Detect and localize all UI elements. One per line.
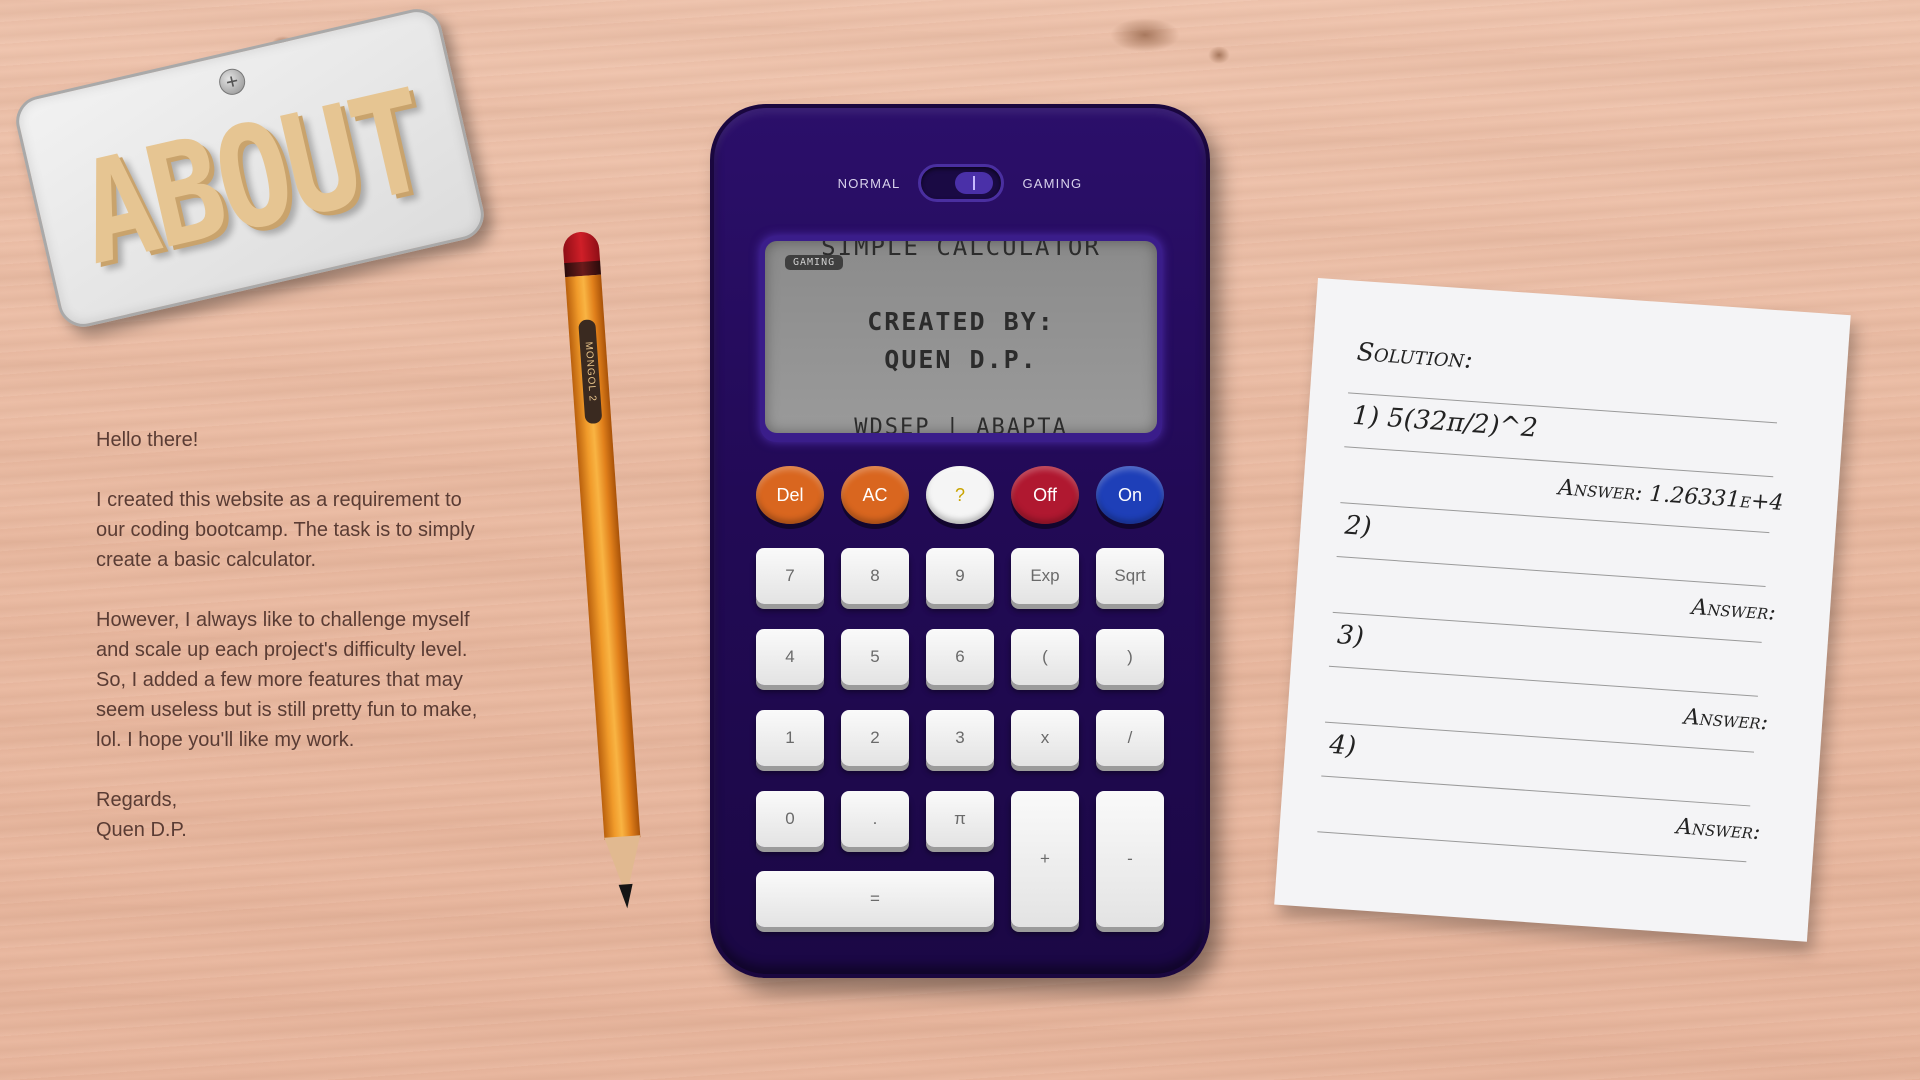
wood-knot (1208, 46, 1230, 64)
note-rule (1344, 446, 1774, 478)
key-9[interactable]: 9 (926, 548, 994, 604)
key-pi[interactable]: π (926, 791, 994, 847)
key-minus[interactable]: - (1096, 791, 1164, 927)
mode-toggle[interactable] (918, 164, 1005, 202)
note-rule (1336, 555, 1766, 587)
help-button[interactable]: ? (926, 466, 994, 524)
question-number: 4) (1328, 729, 1358, 762)
key-close-paren[interactable]: ) (1096, 629, 1164, 685)
answer-label: Answer: (1557, 475, 1644, 507)
key-divide[interactable]: / (1096, 710, 1164, 766)
key-3[interactable]: 3 (926, 710, 994, 766)
question-number: 1) (1351, 400, 1381, 433)
key-8[interactable]: 8 (841, 548, 909, 604)
wood-knot (1110, 18, 1180, 52)
about-letter: Hello there! I created this website as a… (96, 425, 486, 845)
key-plus[interactable]: + (1011, 791, 1079, 927)
question-expression: 5(32π/2)^2 (1386, 403, 1539, 444)
display-line-3: QUEN D.P. (884, 345, 1038, 374)
answer-value: 1.26331e+4 (1648, 481, 1785, 516)
calculator-display: SIMPLE CALCULATOR GAMING CREATED BY: QUE… (765, 241, 1157, 433)
key-open-paren[interactable]: ( (1011, 629, 1079, 685)
about-sign-title: ABOUT (64, 59, 440, 297)
solution-note: Solution: 1) 5(32π/2)^2 Answer: 1.26331e… (1274, 278, 1851, 942)
key-7[interactable]: 7 (756, 548, 824, 604)
key-1[interactable]: 1 (756, 710, 824, 766)
note-answer-1: Answer: 1.26331e+4 (1557, 475, 1784, 516)
answer-label: Answer: (1675, 814, 1762, 846)
question-number: 2) (1343, 510, 1373, 543)
mode-switch-row: NORMAL GAMING (714, 164, 1206, 202)
calculator: NORMAL GAMING SIMPLE CALCULATOR GAMING C… (710, 104, 1210, 978)
letter-signature: Quen D.P. (96, 819, 187, 841)
key-multiply[interactable]: x (1011, 710, 1079, 766)
key-decimal[interactable]: . (841, 791, 909, 847)
screw-icon: + (216, 66, 248, 98)
key-6[interactable]: 6 (926, 629, 994, 685)
note-rule (1321, 775, 1751, 807)
mode-label-gaming: GAMING (1022, 175, 1083, 191)
note-answer-2: Answer: (1691, 595, 1777, 626)
letter-paragraph: I created this website as a requirement … (96, 489, 475, 571)
on-button[interactable]: On (1096, 466, 1164, 524)
letter-paragraph: However, I always like to challenge myse… (96, 609, 478, 751)
mode-badge: GAMING (785, 255, 844, 270)
note-answer-4: Answer: (1675, 814, 1761, 845)
note-answer-3: Answer: (1683, 705, 1769, 736)
pencil-lead (618, 883, 635, 909)
key-sqrt[interactable]: Sqrt (1096, 548, 1164, 604)
answer-label: Answer: (1690, 594, 1777, 626)
key-equals[interactable]: = (756, 871, 994, 927)
letter-closing: Regards, (96, 789, 178, 811)
question-number: 3) (1336, 620, 1365, 653)
note-question-4: 4) (1328, 730, 1357, 762)
key-exp[interactable]: Exp (1011, 548, 1079, 604)
note-question-3: 3) (1336, 620, 1365, 652)
del-button[interactable]: Del (756, 466, 824, 524)
about-sign: + ABOUT (11, 3, 489, 333)
letter-greeting: Hello there! (96, 429, 199, 451)
ac-button[interactable]: AC (841, 466, 909, 524)
note-rule (1328, 665, 1758, 697)
display-line-4: WDSEP | ABAPTA (854, 415, 1068, 433)
key-2[interactable]: 2 (841, 710, 909, 766)
note-title: Solution: (1355, 336, 1474, 374)
mode-label-normal: NORMAL (837, 175, 901, 191)
screen-frame: SIMPLE CALCULATOR GAMING CREATED BY: QUE… (760, 236, 1162, 442)
answer-label: Answer: (1683, 704, 1769, 736)
pencil-body (565, 274, 641, 840)
note-question-2: 2) (1344, 511, 1373, 543)
pencil-decoration: MONGOL 2 (560, 230, 648, 922)
note-question-1: 1) 5(32π/2)^2 (1351, 401, 1538, 444)
off-button[interactable]: Off (1011, 466, 1079, 524)
display-line-2: CREATED BY: (867, 307, 1055, 336)
key-0[interactable]: 0 (756, 791, 824, 847)
key-5[interactable]: 5 (841, 629, 909, 685)
mode-toggle-knob[interactable] (955, 172, 994, 194)
key-4[interactable]: 4 (756, 629, 824, 685)
